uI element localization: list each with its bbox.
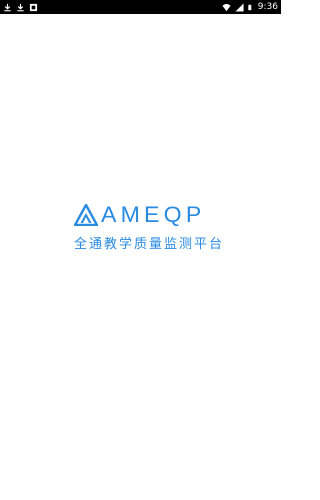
brand-logo: AMEQP: [74, 202, 201, 228]
download-icon: [17, 3, 24, 11]
status-left-icons: [3, 3, 38, 12]
status-bar: 9:36: [0, 0, 281, 14]
ameqp-logo-icon: [74, 204, 98, 226]
signal-icon: [235, 2, 244, 12]
status-right-icons: 9:36: [222, 2, 278, 12]
download-icon: [4, 3, 11, 11]
status-time: 9:36: [257, 2, 278, 12]
app-notification-icon: [29, 3, 38, 11]
splash-screen: AMEQP 全通教学质量监测平台: [0, 14, 281, 500]
battery-icon: [248, 4, 252, 10]
tagline: 全通教学质量监测平台: [74, 237, 225, 252]
brand-name: AMEQP: [101, 202, 206, 227]
wifi-icon: [222, 3, 231, 11]
